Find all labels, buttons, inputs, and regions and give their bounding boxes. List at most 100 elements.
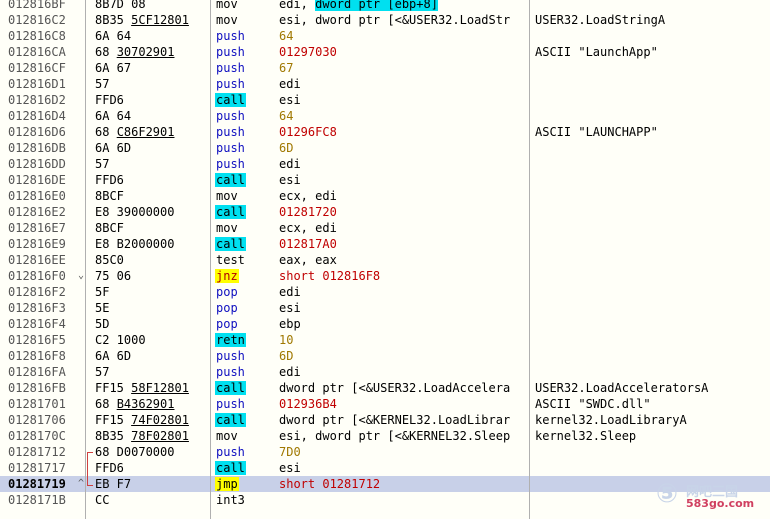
jump-arrow-icon — [78, 172, 90, 188]
disasm-row[interactable]: 0128171B CC int3 — [0, 492, 770, 508]
hex-dump-cell: 8BCF — [95, 189, 124, 203]
disasm-row[interactable]: 012816CF 6A 67 push 67 — [0, 60, 770, 76]
disasm-row[interactable]: 012816D6 68 C86F2901 push 01296FC8 ASCII "LA… — [0, 124, 770, 140]
operand-cell: 6D — [279, 349, 294, 363]
disasm-row[interactable]: 012816FA 57 push edi — [0, 364, 770, 380]
disasm-row[interactable]: 01281706 FF15 74F02801 call dword ptr [<&KE… — [0, 412, 770, 428]
disasm-row[interactable]: 012816F3 5E pop esi — [0, 300, 770, 316]
jump-arrow-icon — [78, 124, 90, 140]
disasm-row[interactable]: 012816DE FFD6 call esi — [0, 172, 770, 188]
site-watermark: ⑤ 网吧三国 583go.com — [656, 479, 766, 513]
disasm-row[interactable]: 012816E2 E8 39000000 call 01281720 — [0, 204, 770, 220]
disasm-row[interactable]: 012816D2 FFD6 call esi — [0, 92, 770, 108]
disasm-row[interactable]: 012816D4 6A 64 push 64 — [0, 108, 770, 124]
disasm-row[interactable]: 012816F5 C2 1000 retn 10 — [0, 332, 770, 348]
disasm-row[interactable]: 012816C8 6A 64 push 64 — [0, 28, 770, 44]
hex-dump-cell: 57 — [95, 157, 110, 171]
disasm-row[interactable]: 01281719 ^ EB F7 jmp short 01281712 — [0, 476, 770, 492]
hex-dump-cell: C2 1000 — [95, 333, 146, 347]
mnemonic-cell: mov — [216, 0, 238, 11]
disasm-row[interactable]: 01281717 FFD6 call esi — [0, 460, 770, 476]
disasm-row[interactable]: 012816EE 85C0 test eax, eax — [0, 252, 770, 268]
jump-arrow-icon — [78, 300, 90, 316]
disasm-row[interactable]: 012816DD 57 push edi — [0, 156, 770, 172]
address-cell: 012816F5 — [8, 333, 66, 347]
disasm-row[interactable]: 012816BF 8B7D 08 mov edi, dword ptr [ebp+8] — [0, 0, 770, 12]
disasm-row[interactable]: 012816E7 8BCF mov ecx, edi — [0, 220, 770, 236]
hex-dump-cell: E8 39000000 — [95, 205, 175, 219]
comment-cell — [535, 460, 770, 476]
jump-arrow-icon — [78, 28, 90, 44]
disasm-row[interactable]: 012816F0 ⌄ 75 06 jnz short 012816F8 — [0, 268, 770, 284]
jump-arrow-icon — [78, 108, 90, 124]
address-cell: 01281706 — [8, 413, 66, 427]
jump-arrow-icon — [78, 220, 90, 236]
disasm-row[interactable]: 012816F2 5F pop edi — [0, 284, 770, 300]
operand-cell: esi — [279, 461, 301, 475]
disasm-row[interactable]: 01281712 68 D0070000 push 7D0 — [0, 444, 770, 460]
disasm-row[interactable]: 012816FB FF15 58F12801 call dword ptr [<&US… — [0, 380, 770, 396]
hex-dump-cell: 68 B4362901 — [95, 397, 175, 411]
operand-cell: 10 — [279, 333, 294, 347]
jump-arrow-icon — [78, 44, 90, 60]
mnemonic-cell: push — [216, 397, 245, 411]
column-divider[interactable] — [529, 0, 530, 519]
disasm-row[interactable]: 012816D1 57 push edi — [0, 76, 770, 92]
comment-cell — [535, 204, 770, 220]
jump-arrow-icon — [78, 492, 90, 508]
column-divider[interactable] — [85, 0, 86, 519]
watermark-site: 583go.com — [686, 497, 755, 510]
mnemonic-cell: push — [216, 45, 245, 59]
disasm-row[interactable]: 012816CA 68 30702901 push 01297030 ASCII "La… — [0, 44, 770, 60]
disasm-row[interactable]: 012816E0 8BCF mov ecx, edi — [0, 188, 770, 204]
disasm-row[interactable]: 012816F8 6A 6D push 6D — [0, 348, 770, 364]
address-cell: 012816D1 — [8, 77, 66, 91]
disasm-row[interactable]: 012816F4 5D pop ebp — [0, 316, 770, 332]
jump-arrow-icon — [78, 284, 90, 300]
jump-arrow-icon — [78, 348, 90, 364]
jump-arrow-icon — [78, 188, 90, 204]
hex-dump-cell: 8B35 78F02801 — [95, 429, 189, 443]
disasm-row[interactable]: 012816DB 6A 6D push 6D — [0, 140, 770, 156]
comment-cell: kernel32.LoadLibraryA — [535, 413, 687, 427]
disassembly-view[interactable]: 012816BF 8B7D 08 mov edi, dword ptr [ebp+8]… — [0, 0, 770, 519]
operand-cell: 012817A0 — [279, 237, 337, 251]
operand-cell: dword ptr [<&KERNEL32.LoadLibrar — [279, 413, 511, 427]
comment-cell — [535, 252, 770, 268]
address-cell: 012816CF — [8, 61, 66, 75]
operand-cell: edi — [279, 77, 301, 91]
disasm-row[interactable]: 012816E9 E8 B2000000 call 012817A0 — [0, 236, 770, 252]
hex-dump-cell: 5F — [95, 285, 110, 299]
operand-cell: 012936B4 — [279, 397, 337, 411]
address-cell: 012816D6 — [8, 125, 66, 139]
disasm-row[interactable]: 012816C2 8B35 5CF12801 mov esi, dword ptr [… — [0, 12, 770, 28]
address-cell: 012816EE — [8, 253, 66, 267]
hex-dump-cell: 6A 6D — [95, 349, 132, 363]
mnemonic-cell: push — [216, 125, 245, 139]
column-divider[interactable] — [210, 0, 211, 519]
jump-arrow-icon — [78, 316, 90, 332]
disasm-row[interactable]: 01281701 68 B4362901 push 012936B4 ASCII "SW… — [0, 396, 770, 412]
mnemonic-cell: push — [216, 29, 245, 43]
comment-cell — [535, 220, 770, 236]
disasm-row[interactable]: 0128170C 8B35 78F02801 mov esi, dword ptr [… — [0, 428, 770, 444]
hex-dump-cell: CC — [95, 493, 110, 507]
comment-cell — [535, 28, 770, 44]
operand-cell: esi — [279, 301, 301, 315]
hex-dump-cell: 5E — [95, 301, 110, 315]
mnemonic-cell: call — [215, 237, 246, 251]
hex-dump-cell: 6A 67 — [95, 61, 132, 75]
jump-arrow-icon — [78, 0, 90, 12]
operand-cell: edi, dword ptr [ebp+8] — [279, 0, 529, 12]
address-cell: 012816DD — [8, 157, 66, 171]
mnemonic-cell: mov — [216, 189, 238, 203]
comment-cell: USER32.LoadAcceleratorsA — [535, 381, 709, 395]
jump-arrow-icon — [78, 412, 90, 428]
jump-arrow-icon: ⌄ — [78, 270, 85, 281]
operand-cell: edi — [279, 157, 301, 171]
hex-dump-cell: 68 30702901 — [95, 45, 175, 59]
mnemonic-cell: push — [216, 109, 245, 123]
hex-dump-cell: 6A 64 — [95, 29, 132, 43]
mnemonic-cell: call — [215, 93, 246, 107]
hex-dump-cell: 68 D0070000 — [95, 445, 175, 459]
